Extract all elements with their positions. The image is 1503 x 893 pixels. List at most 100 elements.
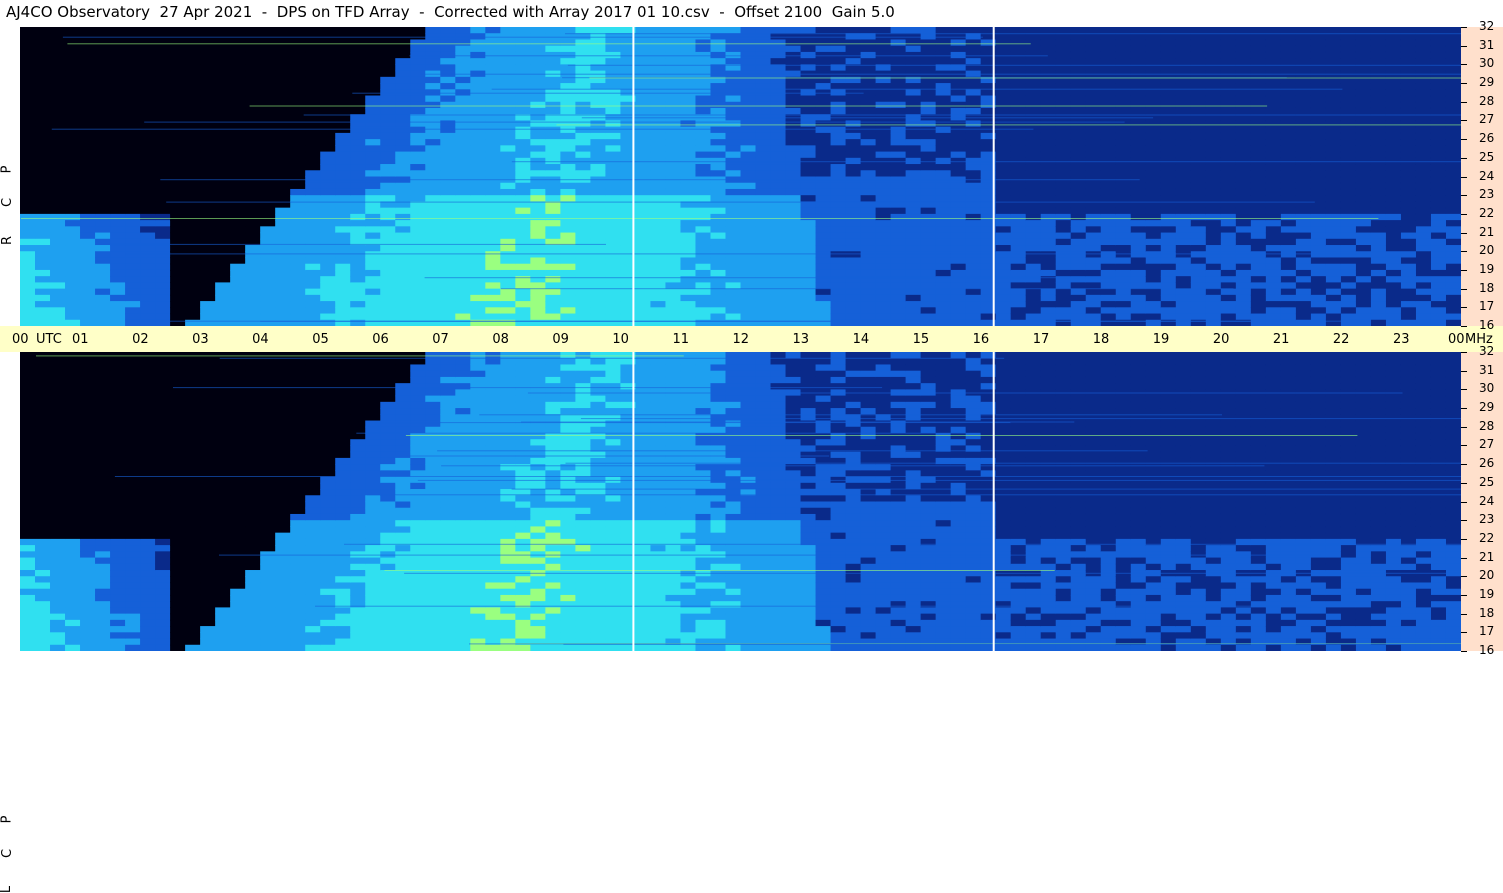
rcp-heatmap-cell [1310,288,1327,296]
rcp-heatmap-cell [770,188,787,196]
rcp-heatmap-cell [380,282,396,290]
rcp-heatmap-cell [365,213,381,221]
rcp-heatmap-cell [365,301,381,308]
rcp-heatmap-cell [875,238,892,246]
rcp-heatmap-cell [1265,33,1282,41]
rcp-heatmap-cell [440,58,456,65]
rcp-heatmap-cell [1430,151,1447,159]
rcp-heatmap-cell [725,257,742,265]
rcp-heatmap-cell [35,232,51,240]
rcp-heatmap-cell [920,294,937,302]
rcp-heatmap-cell [425,251,441,259]
rcp-heatmap-cell [65,70,81,78]
rcp-heatmap-cell [215,132,231,140]
rcp-heatmap-cell [20,257,36,265]
rcp-heatmap-cell [830,182,847,190]
rcp-heatmap-cell [305,276,321,283]
rcp-heatmap-cell [545,195,561,203]
rcp-heatmap-cell [800,139,817,146]
rcp-heatmap-cell [305,51,321,59]
rcp-heatmap-cell [260,126,276,134]
rcp-heatmap-cell [1205,51,1222,59]
rcp-heatmap-cell [1385,89,1402,97]
rcp-heatmap-cell [1355,257,1372,265]
rcp-heatmap-cell [1130,151,1147,159]
rcp-heatmap-cell [1145,139,1162,146]
rcp-heatmap-cell [455,164,471,171]
rcp-heatmap-cell [725,213,742,221]
lcp-heatmap-cell [95,426,111,434]
rcp-heatmap-cell [1250,58,1267,65]
rcp-heatmap-cell [1355,207,1372,215]
rcp-heatmap-cell [995,226,1012,234]
rcp-heatmap-cell [1205,151,1222,159]
rcp-heatmap-cell [935,195,952,203]
rcp-heatmap-cell [35,151,51,159]
rcp-heatmap-cell [1430,238,1447,246]
rcp-heatmap-cell [500,132,516,140]
lcp-heatmap-cell [110,507,126,515]
rcp-heatmap-cell [1025,39,1042,47]
rcp-heatmap-cell [1250,238,1267,246]
rcp-heatmap-cell [410,76,426,84]
rcp-heatmap-cell [350,101,366,109]
rcp-heatmap-cell [350,120,366,128]
rcp-heatmap-cell [890,27,907,34]
lcp-heatmap-cell [20,594,36,602]
rcp-heatmap-cell [635,251,652,259]
rcp-heatmap-cell [290,245,306,252]
rcp-heatmap-cell [440,101,456,109]
rcp-heatmap-cell [380,145,396,153]
rcp-heatmap-cell [800,207,817,215]
rcp-heatmap-cell [95,107,111,115]
rcp-heatmap-cell [170,51,186,59]
rcp-heatmap-cell [1040,232,1057,240]
rcp-heatmap-cell [545,76,561,84]
rcp-heatmap-cell [1055,213,1072,221]
rcp-heatmap-cell [815,269,832,277]
rcp-heatmap-cell [485,170,501,178]
rcp-heatmap-cell [1220,251,1237,259]
rcp-heatmap-cell [65,176,81,184]
rcp-heatmap-cell [140,182,156,190]
rcp-heatmap-cell [1295,188,1312,196]
lcp-heatmap-cell [110,414,126,422]
rcp-heatmap-cell [290,294,306,302]
rcp-heatmap-cell [1190,276,1207,283]
rcp-heatmap-cell [1070,207,1087,215]
rcp-heatmap-cell [1295,245,1312,252]
lcp-heatmap-cell [95,445,111,453]
rcp-heatmap-cell [575,269,591,277]
rcp-heatmap-cell [380,83,396,90]
rcp-heatmap-cell [275,182,291,190]
rcp-heatmap-cell [770,107,787,115]
rcp-heatmap-cell [455,64,471,72]
lcp-heatmap-cell [80,626,96,633]
rcp-heatmap-cell [1325,176,1342,184]
rcp-heatmap-cell [395,207,411,215]
rcp-heatmap-cell [740,207,757,215]
rcp-heatmap-cell [380,95,396,103]
rcp-heatmap-cell [275,226,291,234]
rcp-heatmap-cell [875,58,892,65]
rcp-heatmap-cell [320,288,336,296]
rcp-heatmap-cell [320,45,336,53]
rcp-heatmap-cell [305,83,321,90]
rcp-heatmap-cell [875,120,892,128]
rcp-heatmap-cell [1235,95,1252,103]
rcp-heatmap-cell [140,70,156,78]
rcp-heatmap-cell [110,39,126,47]
rcp-heatmap-cell [740,101,757,109]
rcp-heatmap-cell [755,288,772,296]
rcp-heatmap-cell [950,195,967,203]
lcp-heatmap-cell [95,383,111,390]
rcp-heatmap-cell [230,33,246,41]
rcp-heatmap-cell [50,251,66,259]
rcp-interference-line [567,64,1461,66]
rcp-heatmap-cell [50,213,66,221]
rcp-heatmap-cell [1025,213,1042,221]
rcp-heatmap-cell [1025,33,1042,41]
rcp-heatmap-cell [305,251,321,259]
rcp-heatmap-cell [245,257,261,265]
rcp-heatmap-cell [605,126,622,134]
